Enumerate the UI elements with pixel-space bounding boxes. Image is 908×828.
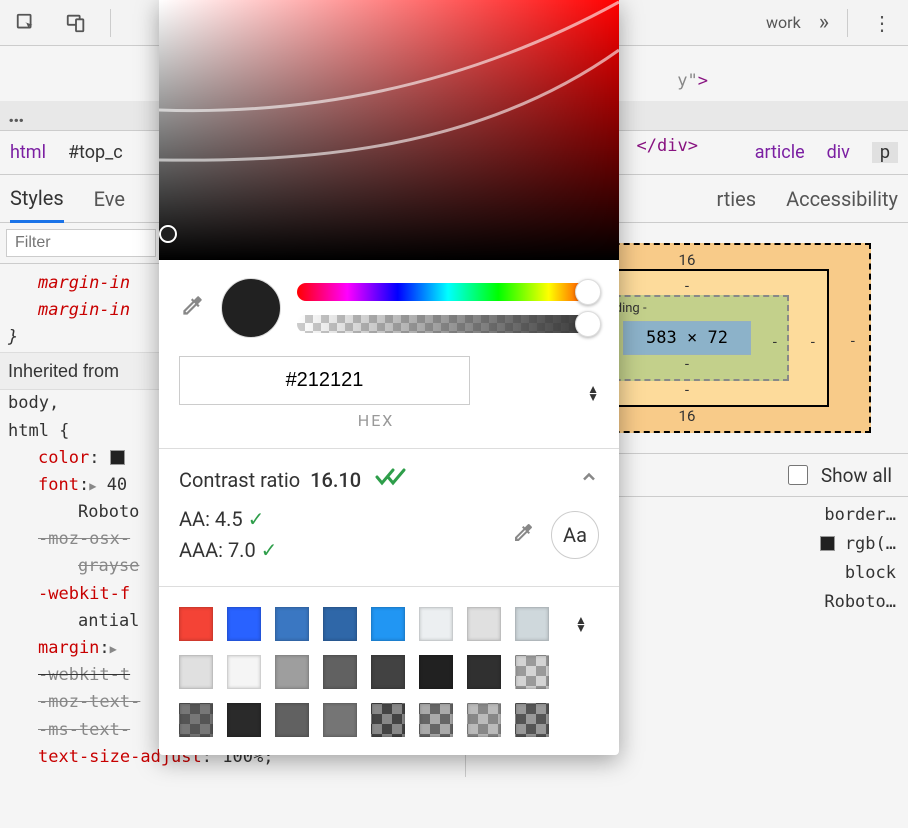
computed-value: Roboto… [824,588,896,617]
palette-swatch[interactable] [179,703,213,737]
contrast-aa: AA: 4.5 ✓ [179,504,277,535]
palette-swatch[interactable] [323,655,357,689]
color-picker-popover: HEX ▲▼ Contrast ratio 16.10 AA: 4.5 ✓ AA… [159,0,619,755]
palette-swatch[interactable] [467,607,501,641]
prop-margin[interactable]: margin [38,638,99,658]
contrast-ratio-label: Contrast ratio 16.10 [179,468,361,492]
palette-swatch[interactable] [275,655,309,689]
padding-right-value: - [773,333,777,351]
prop-margin-inline-2[interactable]: margin-in [38,300,130,320]
palette-swatch[interactable] [323,607,357,641]
selector-body[interactable]: body, [8,393,59,413]
alpha-slider[interactable] [297,315,599,333]
palette-swatch[interactable] [179,655,213,689]
text-sample-badge: Aa [551,511,599,559]
expand-triangle-icon[interactable]: ▶ [110,642,117,656]
inspect-element-icon[interactable] [10,7,42,39]
alpha-handle[interactable] [575,311,601,337]
panel-tab-network[interactable]: work [766,13,801,32]
palette-swatch[interactable] [227,655,261,689]
computed-value: block [845,559,896,588]
margin-right-value: - [851,332,855,350]
dom-body-attr[interactable]: y"> [677,71,708,91]
palette-swatch[interactable] [371,607,405,641]
font-value: Roboto [78,502,139,522]
crumb-article[interactable]: article [755,142,805,163]
palette-swatch[interactable] [227,607,261,641]
val-antialiased: antial [78,611,139,631]
background-eyedropper-icon[interactable] [511,521,535,550]
computed-value: rgb(… [820,530,896,559]
palette-swatch[interactable] [419,655,453,689]
tab-properties[interactable]: rties [716,187,756,211]
crumb-top[interactable]: #top_c [68,142,123,163]
palette-swatch[interactable] [371,703,405,737]
saturation-value-area[interactable] [159,0,619,260]
prop-margin-inline-1[interactable]: margin-in [38,273,130,293]
palette-swatch[interactable] [419,703,453,737]
palette-swatch[interactable] [323,703,357,737]
show-all-checkbox[interactable] [788,465,808,485]
palette-swatch[interactable] [467,703,501,737]
crumb-div[interactable]: div [827,142,850,163]
tab-events[interactable]: Eve [94,187,125,211]
palette-swatch[interactable] [275,703,309,737]
palette-swatch[interactable] [515,703,549,737]
color-format-label: HEX [179,411,573,430]
prop-webkit-font-smoothing[interactable]: -webkit-f [38,584,130,604]
contrast-ratio-value: 16.10 [310,468,361,492]
palette-swatch[interactable] [467,655,501,689]
sv-handle[interactable] [159,225,177,243]
show-all-label: Show all [821,464,892,487]
hue-slider[interactable] [297,283,599,301]
border-right-value: - [811,333,815,351]
double-check-icon [375,467,409,492]
palette-swatch[interactable] [275,607,309,641]
contrast-aaa: AAA: 7.0 ✓ [179,535,277,566]
eyedropper-icon[interactable] [179,293,205,323]
styles-filter-input[interactable] [6,229,156,257]
computed-value: border… [824,501,896,530]
crumb-html[interactable]: html [10,142,46,163]
palette-swatch[interactable] [371,655,405,689]
palette-swatch[interactable] [227,703,261,737]
palette-swatch[interactable] [179,607,213,641]
palette-swatch[interactable] [515,655,549,689]
tab-styles[interactable]: Styles [10,186,64,223]
padding-bottom-value: - [623,355,751,373]
device-toggle-icon[interactable] [60,7,92,39]
tab-accessibility[interactable]: Accessibility [786,187,898,211]
prop-font[interactable]: font [38,475,79,495]
collapse-contrast-icon[interactable] [579,467,599,492]
hue-handle[interactable] [575,279,601,305]
expand-triangle-icon[interactable]: ▶ [89,479,96,493]
current-color-swatch [221,278,281,338]
hex-input[interactable] [179,356,470,405]
palette-swatch[interactable] [515,607,549,641]
prop-webkit-text[interactable]: -webkit-t [38,665,130,685]
color-swatch[interactable] [110,450,125,465]
dom-div-close[interactable]: </div> [637,136,698,156]
color-format-switcher[interactable]: ▲▼ [587,385,599,401]
boxmodel-content[interactable]: 583 × 72 [623,321,751,355]
panel-tabs-overflow[interactable]: » [819,10,829,35]
prop-color[interactable]: color [38,448,89,468]
color-palette: ▲▼ [159,593,619,755]
kebab-menu-icon[interactable]: ⋮ [866,7,898,39]
palette-switcher[interactable]: ▲▼ [575,616,587,632]
crumb-current-p[interactable]: p [872,142,898,163]
palette-swatch[interactable] [419,607,453,641]
